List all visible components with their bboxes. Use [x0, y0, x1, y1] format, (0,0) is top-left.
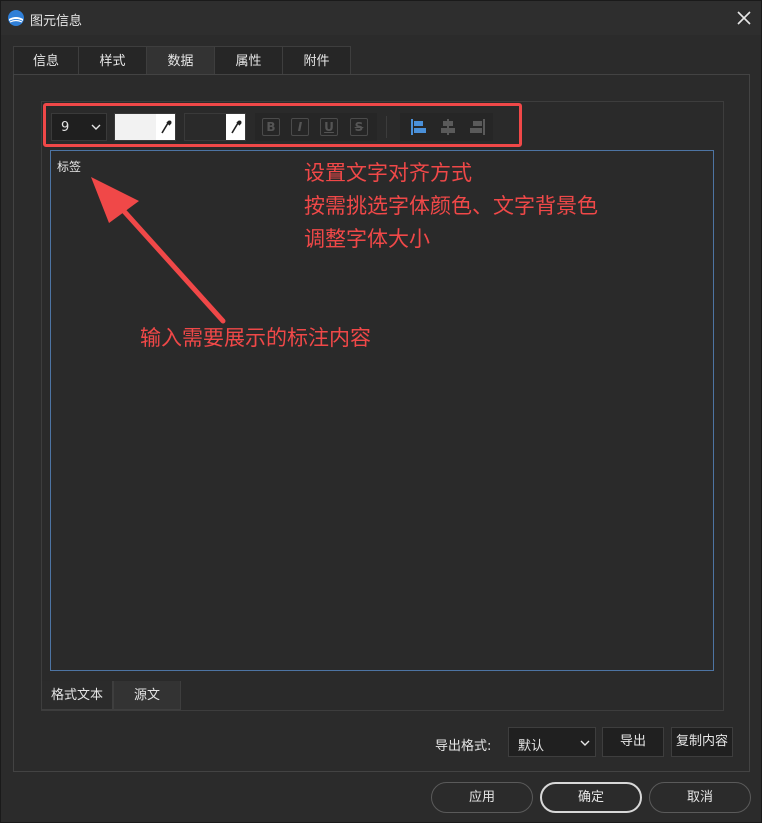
close-icon[interactable]: [731, 5, 757, 31]
title-bar: 图元信息: [1, 1, 761, 35]
tab-info[interactable]: 信息: [13, 46, 79, 75]
tab-properties[interactable]: 属性: [214, 46, 283, 75]
dialog-window: 图元信息 信息 样式 数据 属性 附件 9 B I U S 标签 设置文字对齐方…: [0, 0, 762, 823]
annotation-arrow-icon: [91, 177, 226, 324]
export-format-select[interactable]: 默认: [508, 727, 596, 757]
tab-bar: 信息 样式 数据 属性 附件: [13, 46, 351, 75]
app-logo-icon: [8, 10, 24, 26]
annotation-font-size: 调整字体大小: [304, 227, 430, 251]
tab-attachments[interactable]: 附件: [282, 46, 351, 75]
tab-data[interactable]: 数据: [146, 46, 215, 75]
export-format-label: 导出格式:: [435, 739, 492, 754]
ok-button[interactable]: 确定: [540, 782, 642, 813]
window-title: 图元信息: [30, 14, 83, 29]
apply-button[interactable]: 应用: [431, 782, 533, 813]
chevron-down-icon: [580, 740, 590, 746]
tab-source[interactable]: 源文: [113, 681, 182, 710]
annotation-align: 设置文字对齐方式: [304, 161, 472, 185]
cancel-button[interactable]: 取消: [649, 782, 751, 813]
editor-mode-tabs: 格式文本 源文: [41, 681, 182, 710]
export-button[interactable]: 导出: [602, 727, 664, 757]
export-format-value: 默认: [518, 739, 545, 754]
copy-content-button[interactable]: 复制内容: [671, 727, 733, 757]
tab-formatted-text[interactable]: 格式文本: [41, 681, 114, 710]
tab-style[interactable]: 样式: [78, 46, 147, 75]
annotation-colors: 按需挑选字体颜色、文字背景色: [304, 194, 598, 218]
content-text: 标签: [57, 160, 82, 174]
toolbar-highlight-box: [43, 103, 522, 147]
